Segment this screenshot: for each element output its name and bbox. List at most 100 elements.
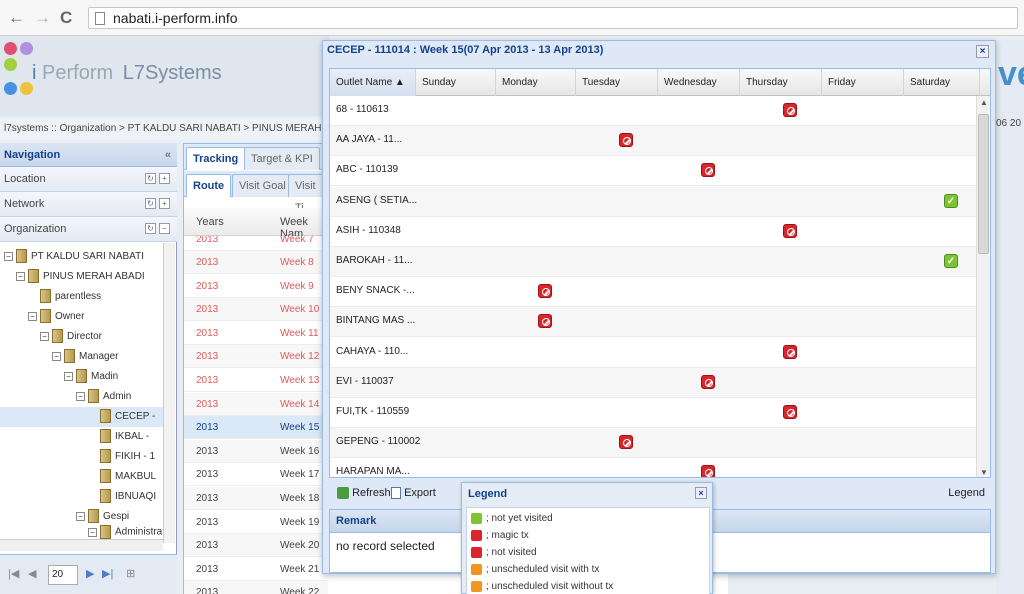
week-row[interactable]: 2013 Week 18 <box>184 487 328 510</box>
outlet-row[interactable]: CAHAYA - 110... <box>330 338 978 368</box>
week-row[interactable]: 2013Week 22(26 May 2013 - 01 Jun 2013) <box>184 581 482 594</box>
col-header-monday[interactable]: Monday <box>496 69 576 96</box>
tree-toggle-icon[interactable]: − <box>52 351 61 361</box>
not-visited-icon[interactable] <box>783 103 797 117</box>
refresh-icon[interactable]: ↻ <box>145 198 156 209</box>
tree-scrollbar[interactable] <box>163 243 175 543</box>
refresh-icon[interactable]: ↻ <box>145 173 156 184</box>
week-row[interactable]: 2013 Week 15 <box>184 416 328 440</box>
tree-node[interactable]: − PT KALDU SARI NABATI <box>0 247 165 267</box>
tree-node[interactable]: − Administrato <box>0 525 165 539</box>
collapse-section-icon[interactable]: − <box>159 223 170 234</box>
not-visited-icon[interactable] <box>619 133 633 148</box>
grid-scrollbar[interactable]: ▲ ▼ <box>976 96 990 477</box>
tree-node[interactable]: − Gespi <box>0 507 165 527</box>
tree-node[interactable]: − Admin <box>0 387 165 407</box>
tab-visit-goal[interactable]: Visit Goal <box>232 174 293 197</box>
tree-toggle-icon[interactable]: − <box>28 311 37 321</box>
not-visited-icon[interactable] <box>783 405 797 419</box>
tree-node[interactable]: − PINUS MERAH ABADI <box>0 267 165 287</box>
tree-node[interactable]: CECEP - <box>0 407 165 427</box>
week-row[interactable]: 2013 Week 19 <box>184 510 328 534</box>
not-visited-icon[interactable] <box>619 435 633 450</box>
expand-icon[interactable]: + <box>159 173 170 184</box>
outlet-row[interactable]: GEPENG - 110002 <box>330 428 978 459</box>
not-visited-icon[interactable] <box>701 163 715 178</box>
tree-node[interactable]: − Director <box>0 327 165 347</box>
tree-toggle-icon[interactable]: − <box>40 331 49 341</box>
outlet-row[interactable]: BENY SNACK -... <box>330 277 978 308</box>
col-header-wednesday[interactable]: Wednesday <box>658 69 740 96</box>
forward-button[interactable]: → <box>34 8 51 28</box>
outlet-row[interactable]: AA JAYA - 11... <box>330 126 978 157</box>
week-row[interactable]: 2013 Week 14 <box>184 392 328 416</box>
nav-section-organization[interactable]: Organization ↻ − <box>0 217 177 242</box>
export-button[interactable]: Export <box>391 479 436 507</box>
week-row[interactable]: 2013 Week 12 <box>184 345 328 369</box>
week-row[interactable]: 2013 Week 17 <box>184 463 328 487</box>
expand-icon[interactable]: + <box>159 198 170 209</box>
page-input[interactable]: 20 <box>48 565 78 585</box>
outlet-row[interactable]: ASENG ( SETIA... ✓ <box>330 186 978 217</box>
first-page-icon[interactable]: |◀ <box>8 567 19 580</box>
week-row[interactable]: 2013 Week 11 <box>184 321 328 345</box>
tree-node[interactable]: FIKIH - 1 <box>0 447 165 467</box>
outlet-row[interactable]: 68 - 110613 <box>330 96 978 126</box>
outlet-row[interactable]: ASIH - 110348 <box>330 217 978 247</box>
tree-node[interactable]: − Owner <box>0 307 165 327</box>
tree-node[interactable]: − Manager <box>0 347 165 367</box>
refresh-button[interactable]: Refresh <box>337 479 391 507</box>
week-row[interactable]: 2013 Week 8 <box>184 251 328 274</box>
tree-toggle-icon[interactable]: − <box>4 251 13 261</box>
tree-node[interactable]: parentless <box>0 287 165 307</box>
week-row[interactable]: 2013 Week 7 <box>184 236 328 251</box>
tree-node[interactable]: MAKBUL <box>0 467 165 487</box>
outlet-row[interactable]: HARAPAN MA... <box>330 458 978 477</box>
col-header-tuesday[interactable]: Tuesday <box>576 69 658 96</box>
last-page-icon[interactable]: ▶| <box>102 567 113 580</box>
close-icon[interactable]: × <box>695 487 707 499</box>
close-icon[interactable]: × <box>976 45 989 58</box>
not-yet-visited-icon[interactable]: ✓ <box>944 254 958 268</box>
tab-route[interactable]: Route <box>186 174 232 197</box>
col-header-sunday[interactable]: Sunday <box>416 69 496 96</box>
tree-toggle-icon[interactable]: − <box>76 511 85 521</box>
address-bar[interactable]: nabati.i-perform.info <box>88 7 1018 29</box>
reload-button[interactable]: C <box>60 8 72 28</box>
tree-toggle-icon[interactable]: − <box>88 527 97 537</box>
not-visited-icon[interactable] <box>701 465 715 477</box>
scroll-up-icon[interactable]: ▲ <box>980 98 988 107</box>
tab-target-kpi[interactable]: Target & KPI <box>244 147 320 170</box>
horizontal-scrollbar[interactable] <box>0 539 163 551</box>
tree-node[interactable]: − Madin <box>0 367 165 387</box>
not-yet-visited-icon[interactable]: ✓ <box>944 193 958 208</box>
week-row[interactable]: 2013 Week 13 <box>184 369 328 392</box>
not-visited-icon[interactable] <box>538 284 552 299</box>
not-visited-icon[interactable] <box>538 314 552 329</box>
nav-section-location[interactable]: Location ↻ + <box>0 167 177 192</box>
not-visited-icon[interactable] <box>783 344 797 359</box>
refresh-icon[interactable]: ↻ <box>145 223 156 234</box>
scroll-down-icon[interactable]: ▼ <box>980 468 988 477</box>
week-row[interactable]: 2013 Week 20 <box>184 534 328 558</box>
col-header-saturday[interactable]: Saturday <box>904 69 980 96</box>
outlet-row[interactable]: ABC - 110139 <box>330 156 978 187</box>
nav-section-network[interactable]: Network ↻ + <box>0 192 177 217</box>
tree-toggle-icon[interactable]: − <box>64 371 73 381</box>
back-button[interactable]: ← <box>8 8 25 28</box>
refresh-icon[interactable]: ⊞ <box>126 567 135 580</box>
legend-button[interactable]: Legend <box>948 479 985 507</box>
col-header-friday[interactable]: Friday <box>822 69 904 96</box>
outlet-row[interactable]: FUI,TK - 110559 <box>330 398 978 428</box>
not-visited-icon[interactable] <box>701 374 715 389</box>
tree-node[interactable]: IKBAL - <box>0 427 165 447</box>
outlet-row[interactable]: EVI - 110037 <box>330 367 978 398</box>
collapse-icon[interactable]: « <box>165 143 171 167</box>
week-row[interactable]: 2013 Week 10 <box>184 298 328 322</box>
scroll-thumb[interactable] <box>978 114 989 254</box>
tree-toggle-icon[interactable]: − <box>16 271 25 281</box>
col-years[interactable]: Years <box>196 216 224 228</box>
week-row[interactable]: 2013 Week 9 <box>184 274 328 298</box>
week-row[interactable]: 2013 Week 21 <box>184 557 328 581</box>
prev-page-icon[interactable]: ◀ <box>28 567 36 580</box>
